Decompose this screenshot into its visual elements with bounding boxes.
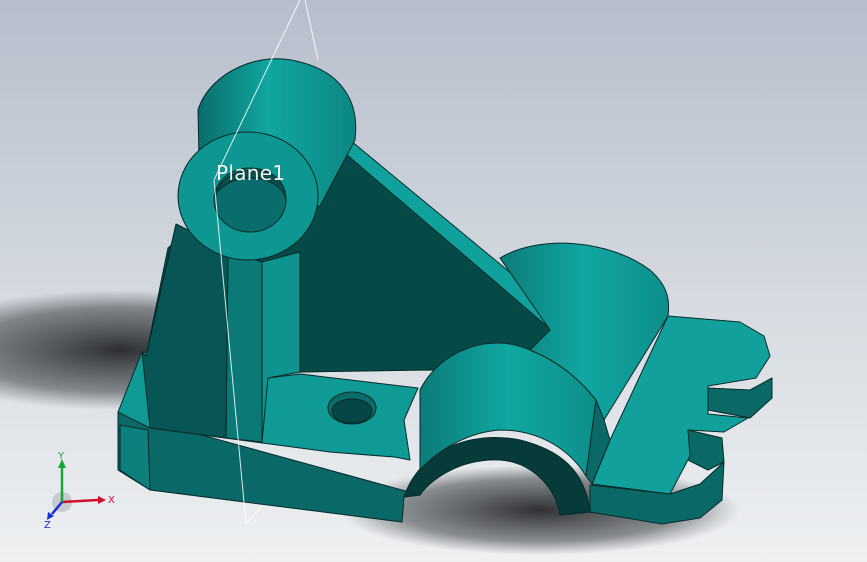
y-axis-label: Y (57, 451, 65, 462)
plane-label[interactable]: Plane1 (216, 161, 285, 185)
model-scene[interactable] (0, 0, 867, 562)
x-axis-arrow (98, 496, 106, 504)
z-axis-label: Z (44, 520, 51, 530)
orientation-triad[interactable]: X Y Z (40, 450, 120, 530)
post-left (225, 249, 263, 443)
graphics-viewport[interactable]: Plane1 X Y Z (0, 0, 867, 562)
x-axis-label: X (108, 495, 115, 506)
